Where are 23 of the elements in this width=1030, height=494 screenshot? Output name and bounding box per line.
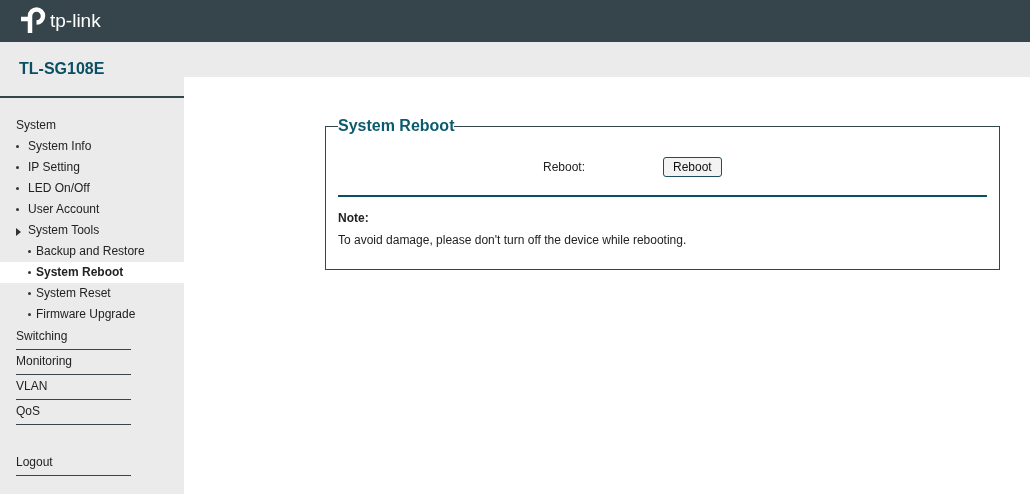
logo-icon	[19, 7, 47, 35]
menu-item[interactable]: System Reboot	[0, 262, 184, 283]
menu-item[interactable]: Backup and Restore	[0, 241, 184, 262]
menu-section[interactable]: Switching	[16, 325, 131, 350]
logo-text: tp-link	[50, 10, 101, 32]
menu-section[interactable]: Monitoring	[16, 350, 131, 375]
menu-item[interactable]: System Reset	[0, 283, 184, 304]
field-label: Reboot:	[543, 160, 587, 174]
menu-item[interactable]: IP Setting	[0, 157, 184, 178]
menu-section[interactable]: QoS	[16, 400, 131, 425]
note-text: To avoid damage, please don't turn off the device while rebooting.	[338, 233, 688, 247]
menu-item[interactable]: LED On/Off	[0, 178, 184, 199]
menu-item[interactable]: User Account	[0, 199, 184, 220]
device-model: TL-SG108E	[19, 60, 105, 78]
menu-section[interactable]: VLAN	[16, 375, 131, 400]
menu-item[interactable]: System Info	[0, 136, 184, 157]
menu-item[interactable]: Firmware Upgrade	[0, 304, 184, 325]
logout-link[interactable]: Logout	[16, 451, 131, 476]
reboot-button[interactable]: Reboot	[663, 157, 722, 177]
menu-item[interactable]: System Tools	[0, 220, 184, 241]
note-title: Note:	[338, 211, 370, 225]
menu-group[interactable]: System	[0, 115, 184, 136]
panel-title: System Reboot	[338, 117, 455, 135]
